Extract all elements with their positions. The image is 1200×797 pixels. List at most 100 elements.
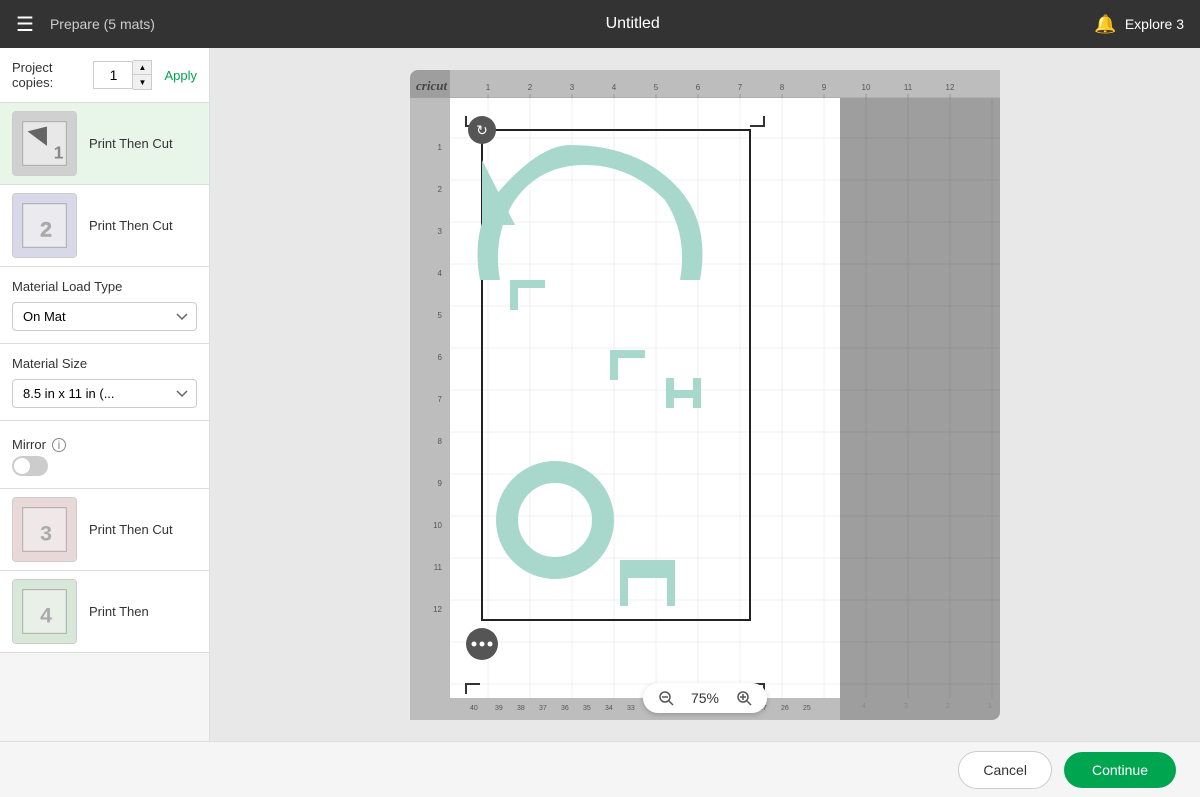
- svg-text:3: 3: [40, 522, 52, 546]
- svg-text:4: 4: [862, 703, 866, 710]
- svg-text:2: 2: [946, 703, 950, 710]
- svg-text:6: 6: [438, 353, 443, 362]
- mat-canvas-wrapper: cricut 1 2 3 4 5 6 7 8 9 10 11 12: [410, 70, 1000, 720]
- svg-text:3: 3: [904, 703, 908, 710]
- svg-text:11: 11: [434, 563, 443, 572]
- svg-text:5: 5: [654, 83, 659, 92]
- svg-text:6: 6: [696, 83, 701, 92]
- cancel-button[interactable]: Cancel: [958, 751, 1052, 789]
- svg-text:1: 1: [54, 143, 64, 163]
- project-copies-section: Project copies: ▲ ▼ Apply: [0, 48, 209, 103]
- apply-button[interactable]: Apply: [164, 68, 197, 83]
- canvas-area: cricut 1 2 3 4 5 6 7 8 9 10 11 12: [210, 48, 1200, 741]
- svg-text:12: 12: [433, 605, 442, 614]
- material-load-title: Material Load Type: [12, 279, 197, 294]
- svg-text:36: 36: [561, 705, 569, 712]
- mirror-label: Mirror: [12, 437, 46, 452]
- svg-text:10: 10: [862, 83, 871, 92]
- material-load-section: Material Load Type On Mat Without Mat: [0, 267, 209, 344]
- mirror-section: Mirror i: [0, 421, 209, 489]
- copies-up-button[interactable]: ▲: [133, 61, 151, 75]
- svg-text:1: 1: [988, 703, 992, 710]
- zoom-level-display: 75%: [685, 690, 725, 706]
- mat-item-3[interactable]: 3 Print Then Cut: [0, 489, 209, 571]
- main-layout: Project copies: ▲ ▼ Apply 1 Print Th: [0, 48, 1200, 741]
- material-load-dropdown[interactable]: On Mat Without Mat: [12, 302, 197, 331]
- material-size-title: Material Size: [12, 356, 197, 371]
- copies-arrows: ▲ ▼: [133, 60, 152, 90]
- app-header: ☰ Prepare (5 mats) Untitled 🔔 Explore 3: [0, 0, 1200, 48]
- footer: Cancel Continue: [0, 741, 1200, 797]
- svg-text:35: 35: [583, 705, 591, 712]
- prepare-label: Prepare (5 mats): [50, 16, 155, 32]
- svg-text:10: 10: [433, 521, 442, 530]
- menu-icon[interactable]: ☰: [16, 12, 34, 37]
- svg-text:4: 4: [40, 604, 52, 628]
- svg-text:34: 34: [605, 705, 613, 712]
- svg-text:9: 9: [438, 479, 443, 488]
- svg-text:5: 5: [438, 311, 443, 320]
- header-right: 🔔 Explore 3: [1094, 14, 1184, 35]
- svg-text:↻: ↻: [476, 122, 488, 138]
- svg-text:40: 40: [470, 705, 478, 712]
- sidebar: Project copies: ▲ ▼ Apply 1 Print Th: [0, 48, 210, 741]
- svg-text:cricut: cricut: [416, 78, 447, 93]
- machine-name: Explore 3: [1125, 16, 1184, 32]
- mat-4-label: Print Then: [89, 604, 149, 619]
- svg-text:8: 8: [438, 437, 443, 446]
- svg-text:2: 2: [528, 83, 533, 92]
- mat-thumb-1-svg: 1: [13, 111, 76, 176]
- zoom-controls: 75%: [643, 683, 767, 713]
- svg-text:7: 7: [438, 395, 443, 404]
- svg-text:1: 1: [486, 83, 491, 92]
- zoom-out-icon: [658, 690, 674, 706]
- mirror-toggle[interactable]: [12, 456, 48, 476]
- mat-thumb-3: 3: [12, 497, 77, 562]
- svg-text:1: 1: [438, 143, 443, 152]
- svg-text:39: 39: [495, 705, 503, 712]
- mat-thumb-3-svg: 3: [13, 497, 76, 562]
- svg-text:4: 4: [612, 83, 617, 92]
- document-title: Untitled: [171, 15, 1094, 33]
- project-copies-label: Project copies:: [12, 60, 85, 90]
- mat-item-1[interactable]: 1 Print Then Cut: [0, 103, 209, 185]
- zoom-in-icon: [736, 690, 752, 706]
- svg-text:9: 9: [822, 83, 827, 92]
- copies-input[interactable]: [93, 61, 133, 89]
- svg-text:25: 25: [803, 705, 811, 712]
- copies-input-group: ▲ ▼: [93, 60, 152, 90]
- material-size-section: Material Size 8.5 in x 11 in (... 12 in …: [0, 344, 209, 421]
- svg-text:12: 12: [946, 83, 955, 92]
- zoom-in-button[interactable]: [733, 687, 755, 709]
- svg-text:26: 26: [781, 705, 789, 712]
- svg-text:7: 7: [738, 83, 743, 92]
- svg-text:33: 33: [627, 705, 635, 712]
- mat-item-4[interactable]: 4 Print Then: [0, 571, 209, 653]
- svg-text:38: 38: [517, 705, 525, 712]
- svg-text:3: 3: [570, 83, 575, 92]
- mirror-info-icon[interactable]: i: [52, 438, 66, 452]
- svg-text:37: 37: [539, 705, 547, 712]
- mat-item-2[interactable]: 2 Print Then Cut: [0, 185, 209, 267]
- continue-button[interactable]: Continue: [1064, 752, 1176, 788]
- bell-icon[interactable]: 🔔: [1094, 14, 1116, 35]
- mat-3-label: Print Then Cut: [89, 522, 173, 537]
- mat-thumb-2: 2: [12, 193, 77, 258]
- mirror-row: Mirror i: [12, 437, 197, 452]
- svg-text:11: 11: [904, 83, 913, 92]
- svg-text:4: 4: [438, 269, 443, 278]
- mat-thumb-1: 1: [12, 111, 77, 176]
- material-size-dropdown[interactable]: 8.5 in x 11 in (... 12 in x 12 in: [12, 379, 197, 408]
- mat-thumb-4: 4: [12, 579, 77, 644]
- mat-2-label: Print Then Cut: [89, 218, 173, 233]
- svg-text:2: 2: [40, 218, 52, 242]
- zoom-out-button[interactable]: [655, 687, 677, 709]
- mat-thumb-4-svg: 4: [13, 579, 76, 644]
- svg-text:3: 3: [438, 227, 443, 236]
- mat-canvas-svg: cricut 1 2 3 4 5 6 7 8 9 10 11 12: [410, 70, 1000, 720]
- mat-1-label: Print Then Cut: [89, 136, 173, 151]
- mat-thumb-2-svg: 2: [13, 193, 76, 258]
- copies-down-button[interactable]: ▼: [133, 75, 151, 89]
- svg-text:8: 8: [780, 83, 785, 92]
- svg-text:2: 2: [438, 185, 443, 194]
